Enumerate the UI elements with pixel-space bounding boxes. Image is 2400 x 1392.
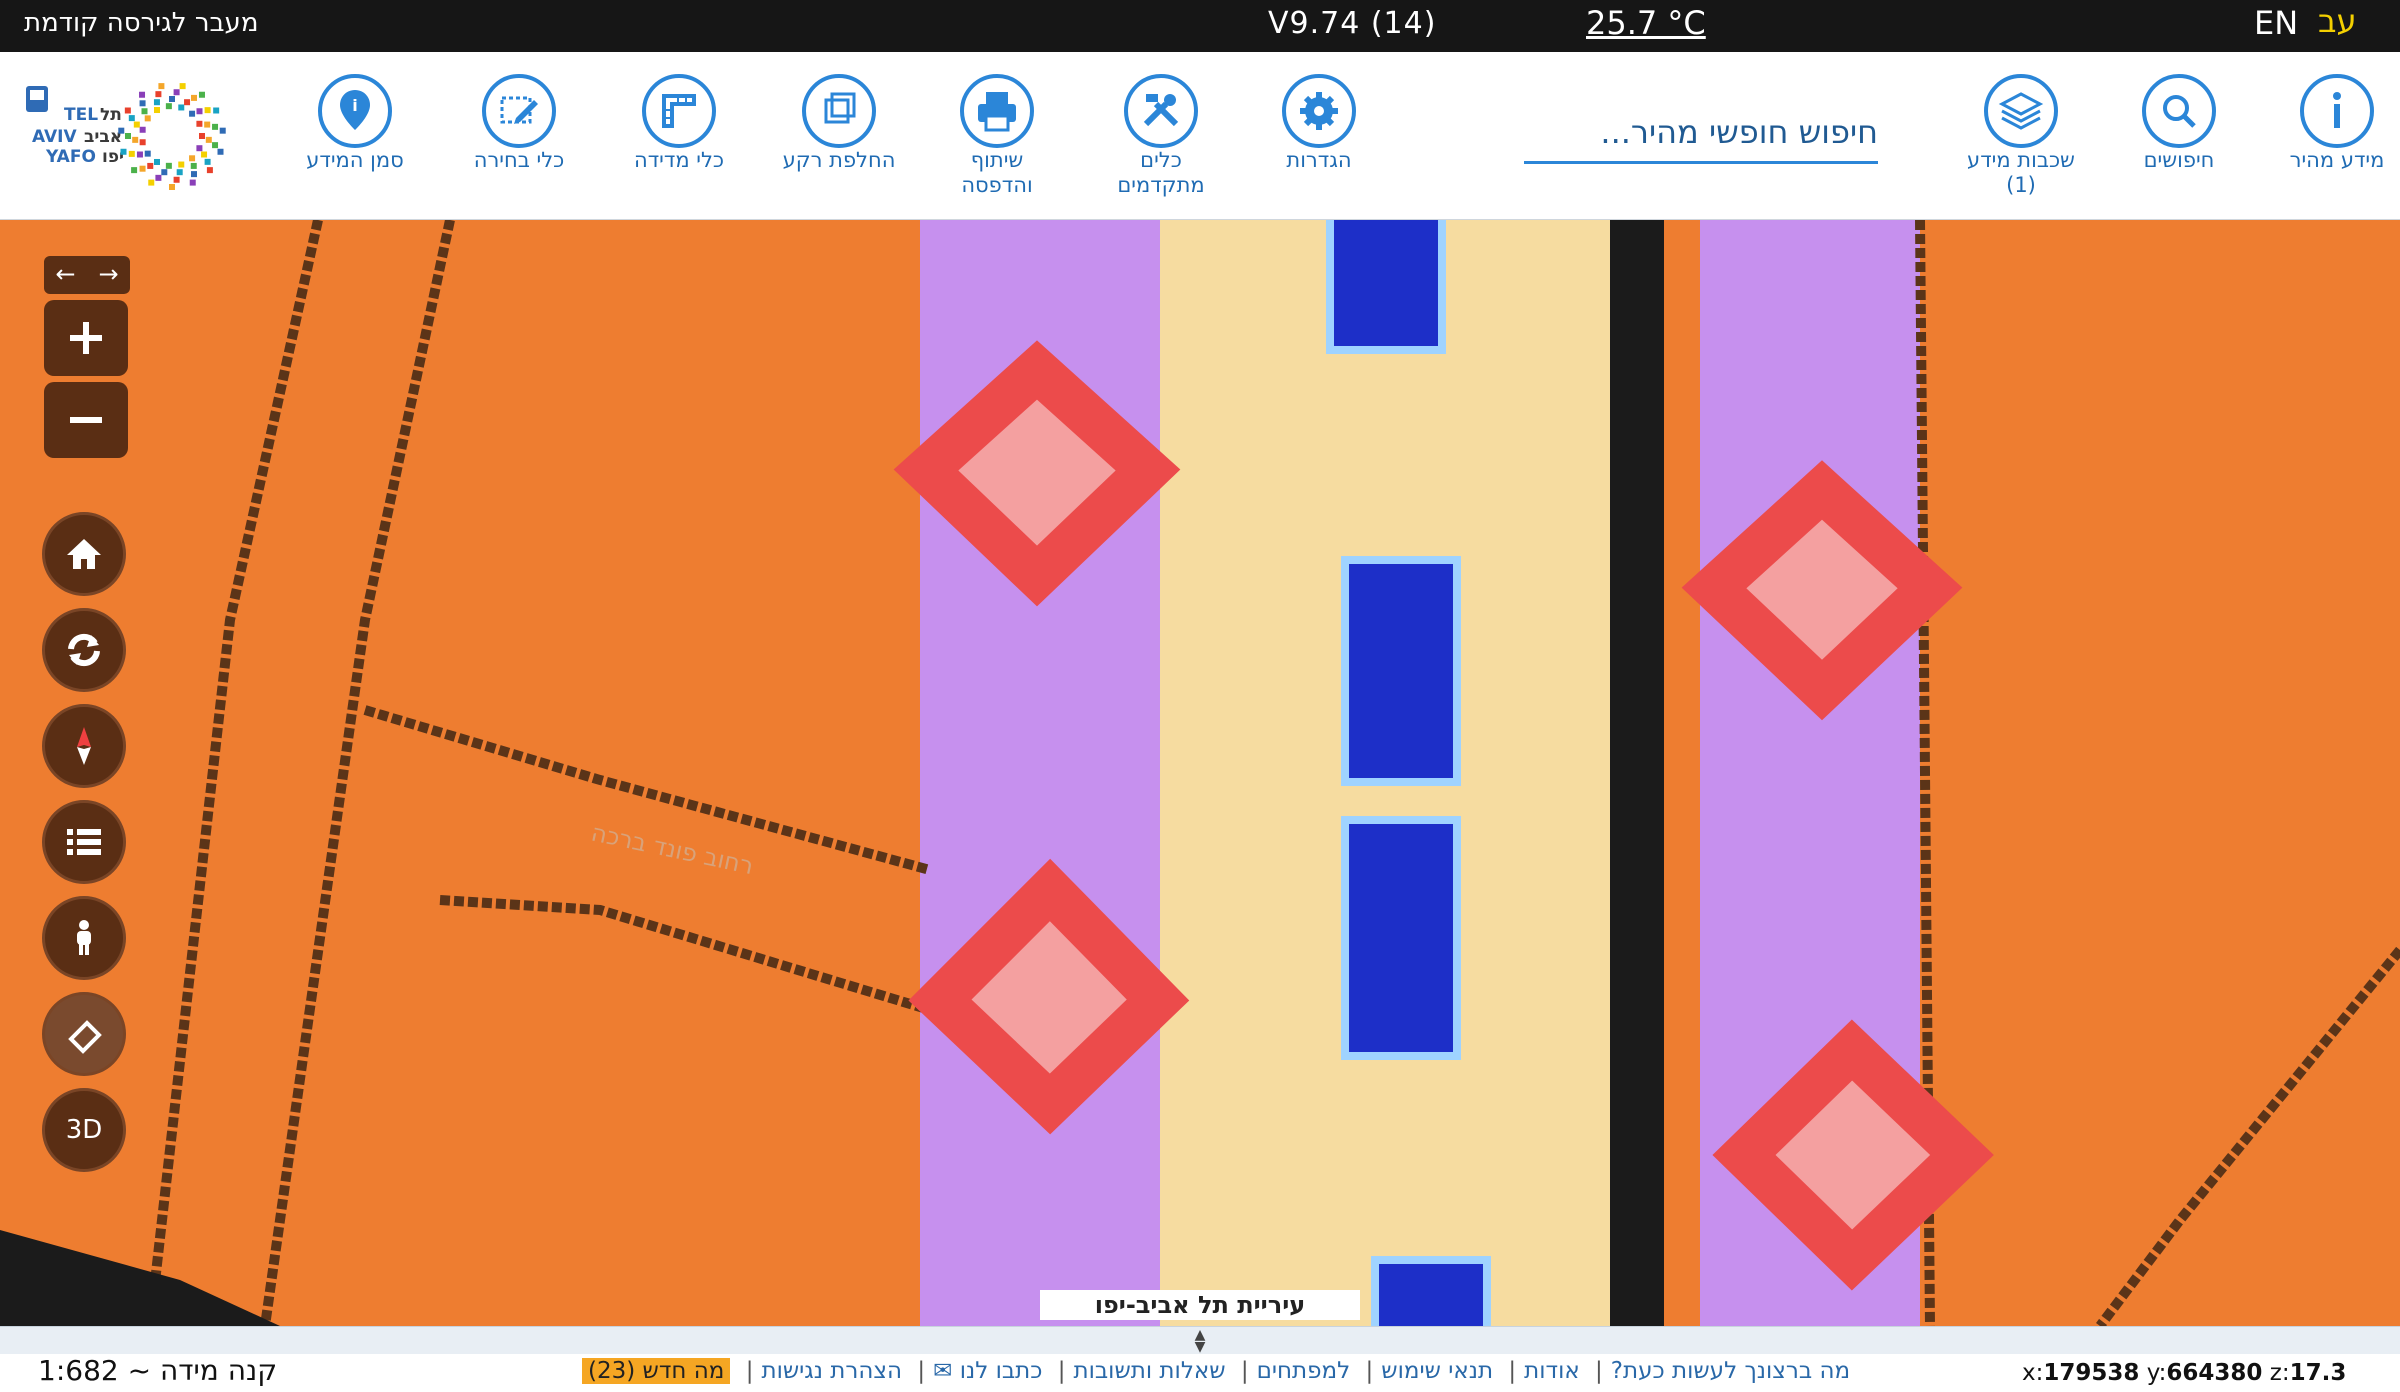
status-bar: קנה מידה ~ 1:682 מה ברצונך לעשות כעת?| א…: [0, 1354, 2400, 1392]
svg-text:i: i: [352, 96, 357, 115]
version-label: V9.74 (14): [1268, 6, 1437, 41]
panel-resize-bar[interactable]: ▲ ▼: [0, 1326, 2400, 1354]
refresh-icon: [68, 633, 100, 667]
map-pin-icon: i: [318, 74, 392, 148]
y-label: y:: [2146, 1360, 2167, 1386]
compass-icon: [77, 727, 91, 765]
zoom-out-button[interactable]: [44, 382, 128, 458]
language-en-button[interactable]: EN: [2254, 4, 2298, 42]
tool-basemap[interactable]: החלפת רקע: [764, 74, 914, 173]
tool-label: שיתוף והדפסה: [961, 148, 1033, 197]
main-toolbar: TEL AVIV YAFO תל אביב יפו i סמן המידע כל…: [0, 52, 2400, 220]
svg-text:YAFO: YAFO: [45, 147, 96, 167]
layers-swap-icon: [802, 74, 876, 148]
tool-label: הגדרות: [1286, 148, 1352, 172]
tool-quick-info[interactable]: מידע מהיר: [2262, 74, 2400, 173]
plus-icon: [70, 322, 102, 354]
eraser-icon: [68, 1020, 102, 1054]
whats-new-badge[interactable]: מה חדש (23): [582, 1358, 731, 1384]
resize-handle-icon[interactable]: ▲ ▼: [1190, 1328, 1210, 1354]
footer-link-faq[interactable]: שאלות ותשובות: [1074, 1358, 1226, 1384]
zoom-in-button[interactable]: [44, 300, 128, 376]
gear-icon: [1282, 74, 1356, 148]
tool-label: חיפושים: [2143, 148, 2215, 172]
history-forward-button[interactable]: →: [87, 256, 130, 294]
tool-label: סמן המידע: [306, 148, 404, 172]
ruler-icon: [642, 74, 716, 148]
history-nav: ← →: [44, 256, 130, 294]
footer-link-accessibility[interactable]: הצהרת נגישות: [761, 1358, 902, 1384]
map-tiles: רחוב פונד ברכה: [0, 220, 2400, 1326]
map-canvas[interactable]: רחוב פונד ברכה ← → 3D עיריית תל אביב-יפו: [0, 220, 2400, 1326]
tool-label: כלי מדידה: [633, 148, 725, 172]
footer-links: מה ברצונך לעשות כעת?| אודות| תנאי שימוש|…: [578, 1358, 1854, 1384]
tool-label: שכבות מידע (1): [1967, 148, 2075, 197]
tool-label: כלים מתקדמים: [1117, 148, 1205, 197]
footer-link-contact[interactable]: כתבו לנו ✉: [933, 1358, 1042, 1384]
svg-text:AVIV: AVIV: [32, 127, 77, 147]
z-label: z:: [2269, 1360, 2290, 1386]
tool-settings[interactable]: הגדרות: [1244, 74, 1394, 173]
tool-label: החלפת רקע: [782, 148, 896, 172]
scale-readout: קנה מידה ~ 1:682: [38, 1354, 278, 1387]
tel-aviv-yafo-logo[interactable]: TEL AVIV YAFO תל אביב יפו: [20, 76, 250, 196]
temperature-link[interactable]: 25.7 °C: [1586, 4, 1706, 42]
tool-label: כלי בחירה: [473, 148, 565, 172]
list-icon: [67, 829, 101, 855]
tool-layers[interactable]: שכבות מידע (1): [1946, 74, 2096, 198]
info-icon: [2300, 74, 2374, 148]
z-value: 17.3: [2289, 1360, 2347, 1386]
refresh-button[interactable]: [42, 608, 126, 692]
quick-search: [1524, 102, 1878, 164]
top-bar: מעבר לגירסה קודמת V9.74 (14) 25.7 °C EN …: [0, 0, 2400, 52]
search-icon: [2142, 74, 2216, 148]
eraser-button[interactable]: [42, 992, 126, 1076]
x-value: 179538: [2043, 1360, 2140, 1386]
compass-button[interactable]: [42, 704, 126, 788]
x-label: x:: [2022, 1360, 2044, 1386]
tool-selection[interactable]: כלי בחירה: [444, 74, 594, 173]
tool-share-print[interactable]: שיתוף והדפסה: [922, 74, 1072, 198]
street-view-button[interactable]: [42, 896, 126, 980]
footer-link-developers[interactable]: למפתחים: [1257, 1358, 1351, 1384]
home-button[interactable]: [42, 512, 126, 596]
history-back-button[interactable]: ←: [44, 256, 87, 294]
stack-icon: [1984, 74, 2058, 148]
tool-info-marker[interactable]: i סמן המידע: [280, 74, 430, 173]
tool-measure[interactable]: כלי מדידה: [604, 74, 754, 173]
y-value: 664380: [2166, 1360, 2263, 1386]
legend-button[interactable]: [42, 800, 126, 884]
tools-icon: [1124, 74, 1198, 148]
city-label: עיריית תל אביב-יפו: [1040, 1290, 1360, 1320]
printer-icon: [960, 74, 1034, 148]
svg-text:אביב: אביב: [84, 127, 122, 147]
tool-label: מידע מהיר: [2289, 148, 2385, 172]
select-tool-icon: [482, 74, 556, 148]
footer-link-about[interactable]: אודות: [1524, 1358, 1580, 1384]
language-he-button[interactable]: עב: [2318, 2, 2357, 40]
footer-link-terms[interactable]: תנאי שימוש: [1381, 1358, 1493, 1384]
footer-link-what-to-do[interactable]: מה ברצונך לעשות כעת?: [1611, 1358, 1850, 1384]
tool-advanced[interactable]: כלים מתקדמים: [1086, 74, 1236, 198]
pegman-icon: [77, 920, 91, 955]
3d-button[interactable]: 3D: [42, 1088, 126, 1172]
svg-text:תל: תל: [100, 105, 122, 125]
previous-version-link[interactable]: מעבר לגירסה קודמת: [24, 8, 258, 38]
tool-searches[interactable]: חיפושים: [2104, 74, 2254, 173]
svg-text:TEL: TEL: [64, 105, 98, 125]
minus-icon: [70, 417, 102, 423]
home-icon: [67, 539, 101, 569]
coordinates-readout: x:179538 y:664380 z:17.3: [2022, 1360, 2346, 1386]
search-input[interactable]: [1524, 102, 1878, 161]
